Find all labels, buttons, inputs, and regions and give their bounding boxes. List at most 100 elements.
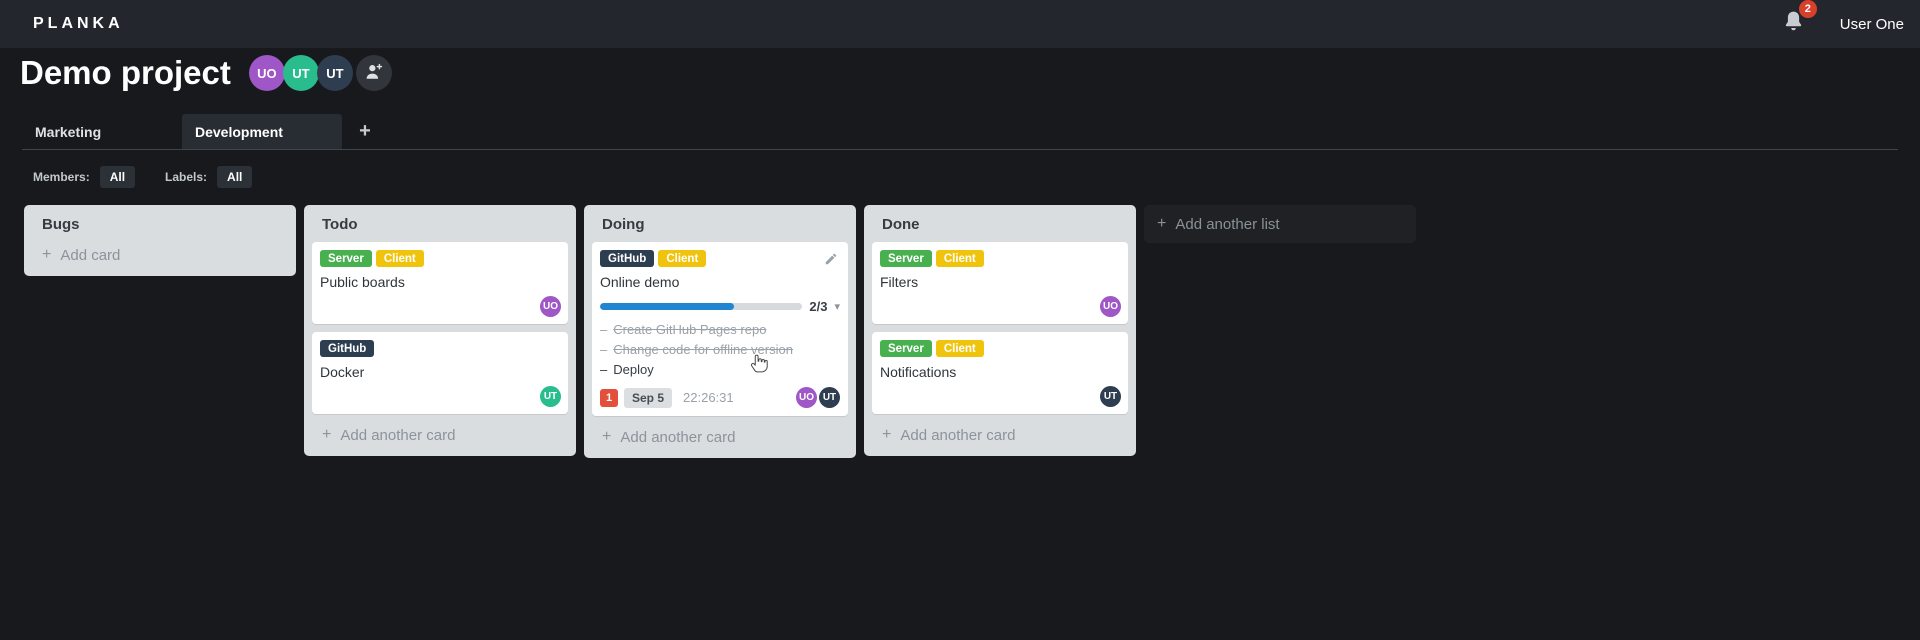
task-dash: –	[600, 322, 608, 337]
list-title[interactable]: Todo	[322, 216, 558, 233]
add-card-button[interactable]: + Add another card	[584, 424, 856, 454]
label-github: GitHub	[320, 340, 375, 357]
card-title: Docker	[320, 364, 365, 380]
due-date-badge: Sep 5	[624, 387, 673, 408]
tab-development[interactable]: Development	[182, 114, 342, 149]
project-members: UO UT UT	[248, 55, 392, 91]
task-list: – Create GitHub Pages repo – Change code…	[600, 320, 840, 380]
members-filter-label: Members:	[33, 170, 90, 184]
notification-count-badge: 2	[1798, 0, 1817, 18]
card-title: Notifications	[880, 364, 957, 380]
stopwatch-badge[interactable]: 22:26:31	[683, 390, 734, 405]
app-header: PLANKA 2 User One	[0, 0, 1920, 48]
labels-filter-value[interactable]: All	[217, 166, 253, 188]
add-card-label: Add another card	[620, 428, 736, 446]
project-title[interactable]: Demo project	[20, 54, 231, 92]
plus-icon: +	[322, 426, 332, 443]
list-bugs: Bugs + Add card	[24, 205, 296, 276]
task-item: – Deploy	[600, 360, 840, 380]
user-menu[interactable]: User One	[1840, 16, 1904, 33]
label-client: Client	[935, 250, 984, 267]
tab-marketing[interactable]: Marketing	[22, 114, 182, 149]
card-docker[interactable]: GitHub Docker UT	[312, 332, 568, 414]
board-tabs: Marketing Development +	[22, 114, 1898, 150]
card-labels: Server Client	[880, 250, 1120, 267]
card-stack: GitHub Client Online demo 2/3 ▾ – Create…	[584, 242, 856, 416]
add-card-button[interactable]: + Add card	[24, 242, 296, 272]
list-todo: Todo Server Client Public boards UO GitH…	[304, 205, 576, 456]
card-title: Filters	[880, 274, 919, 290]
plus-icon: +	[1157, 215, 1167, 232]
card-stack: Server Client Public boards UO GitHub Do…	[304, 242, 576, 414]
task-dash: –	[600, 342, 608, 357]
labels-filter-label: Labels:	[165, 170, 208, 184]
edit-card-button[interactable]	[824, 252, 838, 271]
card-labels: Server Client	[320, 250, 560, 267]
card-title: Public boards	[320, 274, 405, 290]
label-client: Client	[935, 340, 984, 357]
add-card-button[interactable]: + Add another card	[304, 422, 576, 452]
add-list-label: Add another list	[1175, 215, 1280, 233]
add-card-label: Add another card	[900, 426, 1016, 444]
task-item: – Create GitHub Pages repo	[600, 320, 840, 340]
list-title[interactable]: Doing	[602, 216, 838, 233]
add-card-label: Add another card	[340, 426, 456, 444]
add-list-button[interactable]: + Add another list	[1144, 205, 1416, 243]
avatar: UO	[796, 387, 817, 408]
card-public-boards[interactable]: Server Client Public boards UO	[312, 242, 568, 324]
list-title[interactable]: Done	[882, 216, 1118, 233]
avatar: UO	[540, 296, 561, 317]
avatar[interactable]: UO	[248, 55, 285, 91]
label-server: Server	[320, 250, 372, 267]
label-server: Server	[880, 340, 932, 357]
avatar[interactable]: UT	[282, 55, 319, 91]
project-header: Demo project UO UT UT	[20, 50, 392, 96]
label-client: Client	[375, 250, 424, 267]
card-badges: 1 Sep 5 22:26:31 UO UT	[600, 387, 840, 408]
pencil-icon	[824, 253, 838, 270]
add-card-label: Add card	[60, 246, 121, 264]
bell-icon	[1781, 11, 1806, 38]
add-board-button[interactable]: +	[348, 114, 382, 149]
card-labels: GitHub	[320, 340, 560, 357]
plus-icon: +	[42, 246, 52, 263]
notifications-button[interactable]: 2	[1781, 0, 1817, 39]
card-title: Online demo	[600, 274, 680, 290]
list-done: Done Server Client Filters UO Server Cli…	[864, 205, 1136, 456]
card-labels: Server Client	[880, 340, 1120, 357]
card-labels: GitHub Client	[600, 250, 840, 267]
plus-icon: +	[882, 426, 892, 443]
list-doing: Doing GitHub Client Online demo 2/3 ▾ – …	[584, 205, 856, 458]
planka-logo[interactable]: PLANKA	[33, 15, 124, 33]
list-title[interactable]: Bugs	[42, 216, 278, 233]
task-item: – Change code for offline version	[600, 340, 840, 360]
avatar: UO	[1100, 296, 1121, 317]
add-card-button[interactable]: + Add another card	[864, 422, 1136, 452]
card-filters[interactable]: Server Client Filters UO	[872, 242, 1128, 324]
card-notifications[interactable]: Server Client Notifications UT	[872, 332, 1128, 414]
person-add-icon	[364, 62, 384, 85]
card-members: UO UT	[796, 387, 840, 408]
board: Bugs + Add card Todo Server Client Publi…	[24, 205, 1920, 458]
card-online-demo[interactable]: GitHub Client Online demo 2/3 ▾ – Create…	[592, 242, 848, 416]
header-actions: 2 User One	[1781, 0, 1920, 39]
add-member-button[interactable]	[355, 55, 392, 91]
avatar[interactable]: UT	[316, 55, 353, 91]
tasks-progress: 2/3 ▾	[600, 299, 840, 314]
progress-bar	[600, 303, 803, 310]
tasks-fraction: 2/3	[809, 299, 828, 314]
avatar: UT	[540, 386, 561, 407]
due-soon-badge: 1	[600, 388, 618, 407]
chevron-down-icon[interactable]: ▾	[834, 300, 840, 313]
avatar: UT	[1100, 386, 1121, 407]
label-client: Client	[658, 250, 707, 267]
plus-icon: +	[602, 428, 612, 445]
members-filter-value[interactable]: All	[99, 166, 136, 188]
task-dash: –	[600, 362, 608, 377]
progress-fill	[600, 303, 734, 310]
card-stack: Server Client Filters UO Server Client N…	[864, 242, 1136, 414]
label-github: GitHub	[600, 250, 655, 267]
board-filters: Members: All Labels: All	[33, 166, 253, 188]
avatar: UT	[819, 387, 840, 408]
label-server: Server	[880, 250, 932, 267]
